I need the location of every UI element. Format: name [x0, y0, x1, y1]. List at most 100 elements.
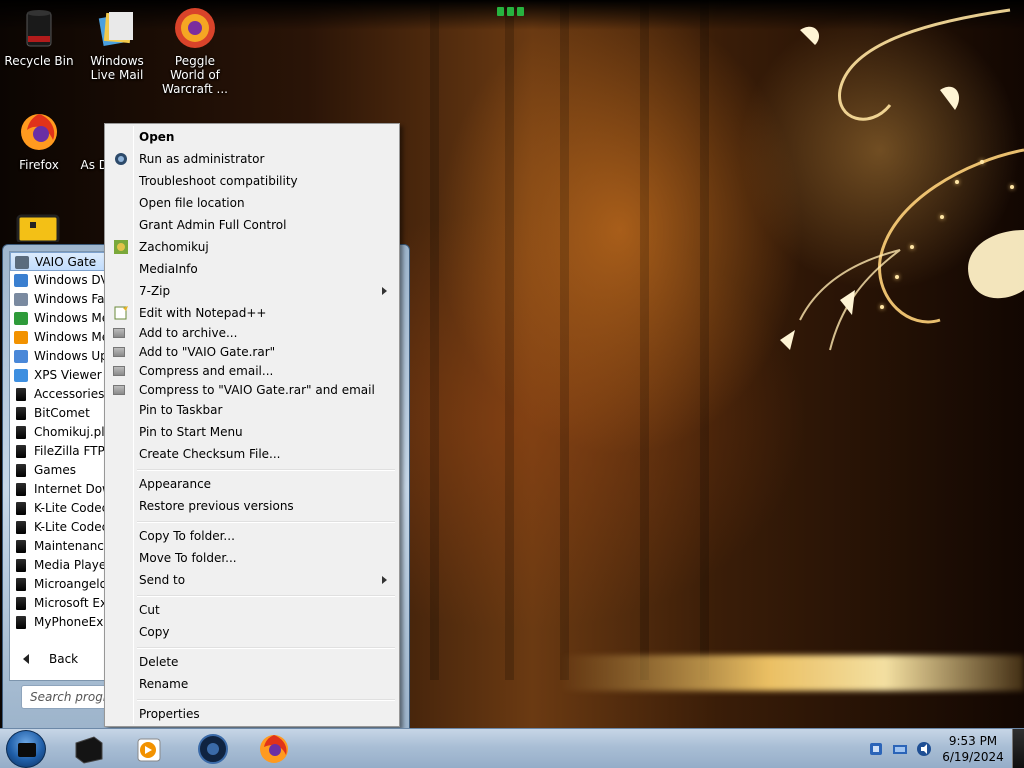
menu-item-appearance[interactable]: Appearance	[107, 474, 397, 494]
network-icon[interactable]	[892, 741, 908, 757]
folder-icon	[16, 426, 26, 439]
folder-icon	[16, 559, 26, 572]
partial-icon	[83, 110, 103, 154]
search-placeholder: Search progra	[30, 690, 116, 704]
menu-separator	[137, 469, 395, 471]
back-arrow-icon	[23, 654, 29, 664]
folder-icon	[16, 616, 26, 629]
firefox-taskbar-icon	[260, 735, 288, 763]
menu-item-label: Add to "VAIO Gate.rar"	[139, 345, 276, 359]
menu-item-label: Compress and email...	[139, 364, 274, 378]
menu-item-label: Edit with Notepad++	[139, 306, 267, 320]
menu-item-add-to-vaio-gate-rar[interactable]: Add to "VAIO Gate.rar"	[107, 342, 397, 362]
program-label: Windows Upo	[34, 349, 116, 363]
windows-media-player-icon	[14, 331, 28, 344]
menu-item-edit-with-notepad[interactable]: Edit with Notepad++	[107, 303, 397, 323]
windows-update-icon	[14, 350, 28, 363]
menu-item-open[interactable]: Open	[107, 127, 397, 147]
taskbar-clock[interactable]: 9:53 PM 6/19/2024	[932, 733, 1014, 765]
submenu-arrow-icon	[382, 576, 387, 584]
folder-icon	[16, 464, 26, 477]
menu-item-send-to[interactable]: Send to	[107, 570, 397, 590]
peggle-icon	[173, 6, 217, 50]
menu-item-label: Grant Admin Full Control	[139, 218, 287, 232]
menu-item-zachomikuj[interactable]: Zachomikuj	[107, 237, 397, 257]
program-label: BitComet	[34, 406, 90, 420]
clock-time: 9:53 PM	[948, 734, 998, 748]
menu-item-cut[interactable]: Cut	[107, 600, 397, 620]
desktop-icon-windows-live-mail[interactable]: Windows Live Mail	[78, 6, 156, 82]
menu-item-add-to-archive[interactable]: Add to archive...	[107, 323, 397, 343]
menu-item-copy[interactable]: Copy	[107, 622, 397, 642]
program-label: K-Lite Codec	[34, 501, 109, 515]
start-button[interactable]	[6, 730, 46, 768]
menu-item-run-as-administrator[interactable]: Run as administrator	[107, 149, 397, 169]
vaio-gate-icon	[15, 256, 29, 269]
desktop-icon-partial-bottom[interactable]	[16, 214, 60, 244]
menu-item-move-to-folder[interactable]: Move To folder...	[107, 548, 397, 568]
context-menu: Open Run as administrator Troubleshoot com…	[104, 123, 400, 727]
folder-icon	[16, 407, 26, 420]
menu-item-grant-admin-full-control[interactable]: Grant Admin Full Control	[107, 215, 397, 235]
windows-logo-icon	[18, 743, 36, 757]
menu-item-7-zip[interactable]: 7-Zip	[107, 281, 397, 301]
xps-viewer-icon	[14, 369, 28, 382]
menu-item-troubleshoot-compatibility[interactable]: Troubleshoot compatibility	[107, 171, 397, 191]
menu-item-mediainfo[interactable]: MediaInfo	[107, 259, 397, 279]
app-icon	[16, 214, 60, 244]
menu-item-label: Open	[139, 130, 175, 144]
program-label: Media Player	[34, 558, 112, 572]
menu-item-properties[interactable]: Properties	[107, 704, 397, 724]
volume-icon[interactable]	[916, 741, 932, 757]
menu-item-label: 7-Zip	[139, 284, 171, 298]
menu-item-label: Properties	[139, 707, 200, 721]
menu-item-restore-previous-versions[interactable]: Restore previous versions	[107, 496, 397, 516]
desktop-icon-firefox[interactable]: Firefox	[0, 110, 78, 172]
program-label: Windows Me	[34, 311, 110, 325]
taskbar-firefox[interactable]	[258, 733, 290, 765]
menu-item-label: Send to	[139, 573, 186, 587]
menu-item-delete[interactable]: Delete	[107, 652, 397, 672]
menu-item-label: Pin to Taskbar	[139, 403, 223, 417]
menu-item-label: Appearance	[139, 477, 212, 491]
recycle-bin-icon	[17, 6, 61, 50]
program-label: Chomikuj.pl	[34, 425, 105, 439]
menu-item-label: Copy	[139, 625, 170, 639]
wallpaper-top-tab	[497, 4, 527, 16]
menu-item-label: Pin to Start Menu	[139, 425, 243, 439]
menu-item-label: Rename	[139, 677, 189, 691]
menu-item-label: Add to archive...	[139, 326, 238, 340]
vaio-gate-taskbar-icon	[75, 736, 103, 764]
folder-icon	[16, 578, 26, 591]
program-label: MyPhoneExpl	[34, 615, 115, 629]
menu-item-label: Create Checksum File...	[139, 447, 281, 461]
winrar-icon	[113, 347, 125, 357]
wallpaper-swirl-decoration	[780, 8, 1024, 351]
desktop-icon-peggle[interactable]: Peggle World of Warcraft ...	[156, 6, 234, 96]
menu-item-label: Copy To folder...	[139, 529, 235, 543]
language-icon[interactable]	[868, 741, 884, 757]
menu-item-rename[interactable]: Rename	[107, 674, 397, 694]
submenu-arrow-icon	[382, 287, 387, 295]
menu-item-compress-to-vaio-gate-rar-and-email[interactable]: Compress to "VAIO Gate.rar" and email	[107, 380, 397, 400]
show-desktop-button[interactable]	[1012, 729, 1024, 768]
windows-media-center-icon	[14, 312, 28, 325]
folder-icon	[16, 597, 26, 610]
menu-item-copy-to-folder[interactable]: Copy To folder...	[107, 526, 397, 546]
winrar-icon	[113, 366, 125, 376]
menu-item-compress-and-email[interactable]: Compress and email...	[107, 361, 397, 381]
taskbar-vaio-gate[interactable]	[72, 733, 104, 765]
folder-icon	[16, 502, 26, 515]
menu-item-open-file-location[interactable]: Open file location	[107, 193, 397, 213]
windows-live-mail-icon	[95, 6, 139, 50]
menu-item-label: Restore previous versions	[139, 499, 294, 513]
taskbar-windows-media-player[interactable]	[134, 733, 166, 765]
menu-item-pin-to-taskbar[interactable]: Pin to Taskbar	[107, 400, 397, 420]
desktop-icon-recycle-bin[interactable]: Recycle Bin	[0, 6, 78, 68]
menu-item-label: Cut	[139, 603, 160, 617]
windows-media-player-taskbar-icon	[137, 738, 161, 762]
menu-item-pin-to-start-menu[interactable]: Pin to Start Menu	[107, 422, 397, 442]
taskbar-media-center[interactable]	[197, 733, 229, 765]
menu-item-label: Zachomikuj	[139, 240, 209, 254]
menu-item-create-checksum-file[interactable]: Create Checksum File...	[107, 444, 397, 464]
